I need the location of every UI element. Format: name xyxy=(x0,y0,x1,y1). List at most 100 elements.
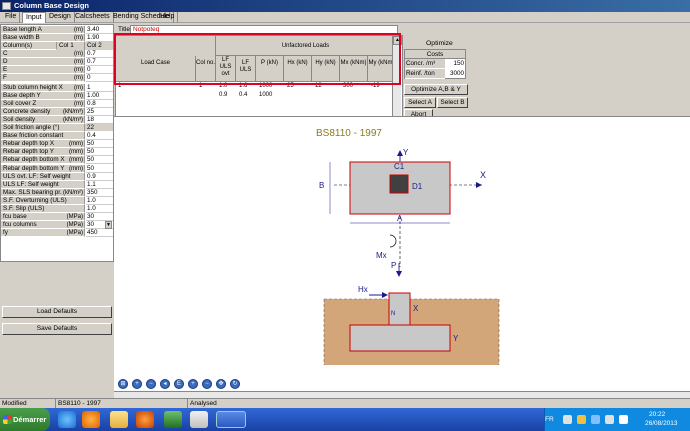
chevron-down-icon[interactable]: ▼ xyxy=(105,220,112,229)
zoom-out-icon[interactable]: − xyxy=(146,379,156,389)
mx-moment-arc xyxy=(389,234,397,248)
load-defaults-button[interactable]: Load Defaults xyxy=(2,306,112,318)
param-row: Soil density (kN/m³) 18 xyxy=(1,116,113,125)
chart-app-icon[interactable] xyxy=(190,411,208,428)
mx-label: Mx xyxy=(376,251,387,260)
hx-arrowhead xyxy=(382,292,388,298)
param-row: Soil cover Z (m) 0.8 xyxy=(1,100,113,109)
taskbar: Démarrer FR 20:22 26/08/2013 xyxy=(0,408,690,431)
param-input[interactable]: 450 xyxy=(86,229,113,237)
col-param-input[interactable]: 0.7 xyxy=(86,58,113,66)
zoom-in-icon[interactable]: + xyxy=(132,379,142,389)
highlight-box xyxy=(114,33,401,85)
d1-label: D1 xyxy=(412,182,423,191)
tray-icon[interactable] xyxy=(577,415,586,424)
param-input[interactable]: 0.9 xyxy=(86,173,113,181)
base-width-input[interactable]: 1.90 xyxy=(86,34,113,42)
param-input[interactable]: 1 xyxy=(86,84,113,92)
menu-file[interactable]: File xyxy=(2,12,21,23)
concrete-cost-input[interactable]: 150 xyxy=(446,59,465,69)
zoom-plus-icon[interactable]: + xyxy=(188,379,198,389)
param-input[interactable]: 1.1 xyxy=(86,181,113,189)
param-row: Base width B (m) 1.90 xyxy=(1,34,113,42)
hx-label: Hx xyxy=(358,285,368,294)
param-input[interactable]: 0.8 xyxy=(86,100,113,109)
tab-calcsheets[interactable]: Calcsheets xyxy=(72,12,114,23)
c1-label: C1 xyxy=(394,162,405,171)
param-row: fcu base (MPa) 30 xyxy=(1,212,113,221)
start-button[interactable]: Démarrer xyxy=(0,408,50,431)
tab-design[interactable]: Design xyxy=(46,12,75,23)
costs-table: Costs Concr. /m³ 150 Reinf. /ton 3000 xyxy=(404,49,466,79)
x-height-label: X xyxy=(413,304,419,313)
col-param-row: D (m) 0.7 xyxy=(1,58,113,66)
param-row: fcu columns (MPa) 30 ▼ xyxy=(1,220,113,229)
network-icon[interactable] xyxy=(605,415,614,424)
table-cell[interactable]: 0.9 xyxy=(219,92,227,99)
app-icon xyxy=(2,2,11,10)
param-row: S.F. Slip (ULS) 1.0 xyxy=(1,204,113,213)
col-param-row: F (m) 0 xyxy=(1,74,113,82)
col-param-input[interactable]: 0.7 xyxy=(86,50,113,58)
param-row: Soil friction angle (°) 22 xyxy=(1,124,113,133)
y-top-label: Y xyxy=(403,148,409,157)
param-input[interactable]: 50 xyxy=(86,140,113,149)
param-input[interactable]: 1.0 xyxy=(86,197,113,205)
window-title-bar[interactable]: Column Base Design xyxy=(0,0,690,12)
param-input[interactable]: 50 xyxy=(86,148,113,157)
param-input[interactable]: 22 xyxy=(85,124,113,133)
drawing-canvas[interactable]: BS8110 - 1997 Y X C1 D1 B A Mx P Hx N X … xyxy=(114,116,690,394)
tray-icon[interactable] xyxy=(563,415,572,424)
column-plan-rect xyxy=(389,174,409,194)
zoom-previous-icon[interactable]: ◂ xyxy=(160,379,170,389)
param-input[interactable]: 1.0 xyxy=(86,205,113,213)
col-param-input[interactable]: 0 xyxy=(86,74,113,82)
volume-icon[interactable] xyxy=(619,415,628,424)
tray-icon[interactable] xyxy=(591,415,600,424)
param-input[interactable]: 0.4 xyxy=(86,132,113,141)
clock-time[interactable]: 20:22 xyxy=(649,411,665,418)
media-player-icon[interactable] xyxy=(82,411,100,428)
explorer-folder-icon[interactable] xyxy=(110,411,128,428)
select-a-button[interactable]: Select A xyxy=(404,97,436,108)
p-arrowhead xyxy=(396,271,402,277)
param-input[interactable]: 50 xyxy=(86,165,113,173)
param-input[interactable]: 25 xyxy=(86,108,113,117)
param-input[interactable]: 50 xyxy=(86,156,113,165)
save-defaults-button[interactable]: Save Defaults xyxy=(2,323,112,335)
clock-date[interactable]: 26/08/2013 xyxy=(645,420,678,427)
table-cell[interactable]: 0.4 xyxy=(239,92,247,99)
zoom-minus-icon[interactable]: − xyxy=(202,379,212,389)
rebar-cost-input[interactable]: 3000 xyxy=(446,69,465,79)
ie-icon[interactable] xyxy=(58,411,76,428)
system-tray: FR 20:22 26/08/2013 xyxy=(544,408,690,431)
drawing-hscrollbar[interactable] xyxy=(114,391,690,398)
param-input[interactable]: 350 xyxy=(86,189,113,197)
table-cell[interactable]: 1000 xyxy=(259,92,272,99)
app-green-icon[interactable] xyxy=(164,411,182,428)
defaults-panel: Load Defaults Save Defaults xyxy=(0,262,114,372)
x-axis-label: X xyxy=(480,170,486,180)
base-length-input[interactable]: 3.40 xyxy=(86,26,113,34)
param-input[interactable]: 18 xyxy=(86,116,113,125)
zoom-extents-icon[interactable]: E xyxy=(174,379,184,389)
base-drawing: BS8110 - 1997 Y X C1 D1 B A Mx P Hx N X … xyxy=(316,128,500,365)
param-input[interactable]: 30 xyxy=(86,213,113,221)
redraw-icon[interactable]: ↻ xyxy=(230,379,240,389)
optimize-ab-y-button[interactable]: Optimize A,B & Y xyxy=(404,84,468,95)
column-base-app-icon[interactable] xyxy=(216,411,246,428)
col-param-input[interactable]: 0 xyxy=(86,66,113,74)
y-depth-label: Y xyxy=(453,334,459,343)
param-input[interactable]: 1.00 xyxy=(86,92,113,101)
menu-help[interactable]: Help xyxy=(157,12,179,23)
stub-column-rect xyxy=(388,292,411,326)
firefox-icon[interactable] xyxy=(136,411,154,428)
select-b-button[interactable]: Select B xyxy=(437,97,468,108)
p-label: P xyxy=(391,261,396,270)
param-row: Max. SLS bearing pr. (kN/m²) 350 xyxy=(1,188,113,197)
zoom-window-icon[interactable]: ⊞ xyxy=(118,379,128,389)
tab-input[interactable]: Input xyxy=(22,12,46,23)
language-indicator[interactable]: FR xyxy=(545,416,559,425)
param-row: fy (MPa) 450 xyxy=(1,228,113,237)
pan-icon[interactable]: ✥ xyxy=(216,379,226,389)
